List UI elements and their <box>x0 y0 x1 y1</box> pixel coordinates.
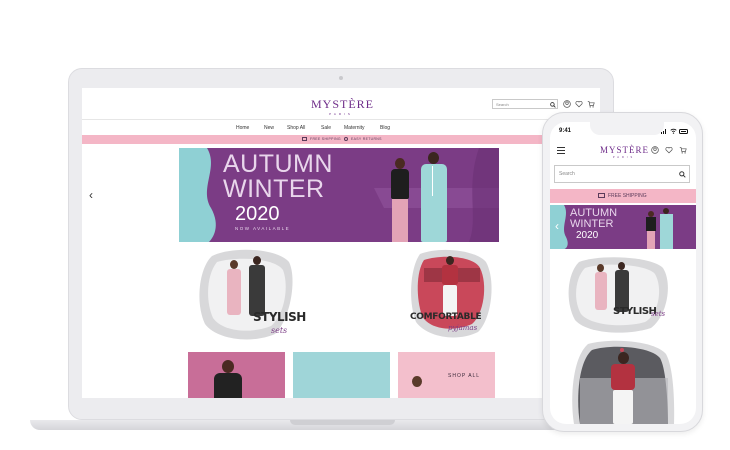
phone-banner-winter: WINTER <box>570 218 614 230</box>
shop-all-label[interactable]: SHOP ALL <box>448 373 480 379</box>
phone-promo-stylish-model-1 <box>595 264 607 310</box>
category-card-3-model <box>412 376 422 387</box>
account-icon[interactable] <box>563 100 571 108</box>
phone-logo[interactable]: MYSTÈRE <box>600 145 648 155</box>
phone-promo-comfortable-model <box>610 348 636 424</box>
laptop-logo-tagline: PARIS <box>329 112 353 116</box>
menu-icon[interactable] <box>557 147 565 155</box>
nav-maternity[interactable]: Maternity <box>344 125 365 131</box>
laptop-logo[interactable]: MYSTÈRE <box>311 97 373 112</box>
phone-search-input[interactable]: Search <box>554 165 690 183</box>
phone-account-icon[interactable] <box>651 146 659 154</box>
category-card-2[interactable] <box>293 352 390 398</box>
category-card-3[interactable]: SHOP ALL <box>398 352 495 398</box>
nav-blog[interactable]: Blog <box>380 125 390 131</box>
category-card-1[interactable] <box>188 352 285 398</box>
laptop-base-notch <box>290 420 395 425</box>
battery-icon <box>679 129 688 134</box>
promo-comfortable-title: COMFORTABLE <box>410 312 482 322</box>
phone-truck-icon <box>598 193 605 198</box>
nav-sale[interactable]: Sale <box>321 125 331 131</box>
promo-comfortable-script: pyjamas <box>448 324 478 332</box>
easy-returns-label: EASY RETURNS <box>351 137 382 141</box>
phone-promo-stylish-sets[interactable]: STYLISH sets <box>565 256 675 334</box>
phone-carousel-prev-arrow[interactable]: ‹ <box>555 219 559 233</box>
banner-year: 2020 <box>235 203 280 225</box>
phone-promo-stylish-script: sets <box>651 310 666 318</box>
promo-stylish-sets[interactable]: STYLISH sets <box>197 248 306 340</box>
phone-promo-stylish-model-2 <box>615 262 629 312</box>
wifi-icon <box>670 128 677 134</box>
phone-search-placeholder: Search <box>559 171 575 177</box>
free-shipping-label: FREE SHIPPING <box>310 137 341 141</box>
laptop-search-input[interactable]: Search <box>492 99 558 109</box>
promo-stylish-script: sets <box>271 326 288 335</box>
phone-notch <box>590 122 664 135</box>
phone-promo-stylish-title: STYLISH <box>613 306 657 317</box>
phone-cart-icon[interactable] <box>679 146 687 154</box>
hero-banner[interactable]: AUTUMN WINTER 2020 NOW AVAILABLE <box>179 148 499 242</box>
phone-promo-comfortable[interactable] <box>570 340 676 424</box>
banner-model-1 <box>389 158 411 242</box>
banner-line-winter: WINTER <box>223 175 325 203</box>
promo-comfortable-model <box>442 256 458 316</box>
nav-shop-all[interactable]: Shop All <box>287 125 305 131</box>
promo-stylish-model-2 <box>249 256 265 316</box>
nav-home[interactable]: Home <box>236 125 249 131</box>
phone-wishlist-heart-icon[interactable] <box>665 146 673 154</box>
cart-icon[interactable] <box>587 100 595 108</box>
phone-logo-tagline: PARIS <box>612 156 636 159</box>
truck-icon <box>302 137 307 141</box>
laptop-camera <box>339 76 343 80</box>
phone-search-icon[interactable] <box>679 171 686 178</box>
phone-shipping-bar: FREE SHIPPING <box>550 189 696 203</box>
laptop-screen: MYSTÈRE PARIS Search Home New Shop All S… <box>82 88 600 398</box>
wishlist-heart-icon[interactable] <box>575 100 583 108</box>
phone-screen: 9:41 MYSTÈRE PARIS Search FREE SHIPPING … <box>550 122 696 424</box>
shipping-bar: FREE SHIPPING EASY RETURNS <box>82 135 600 144</box>
phone-banner-year: 2020 <box>576 230 599 241</box>
category-card-1-model <box>222 360 234 373</box>
promo-comfortable-pyjamas[interactable]: COMFORTABLE pyjamas <box>410 248 494 340</box>
carousel-prev-arrow[interactable]: ‹ <box>89 188 93 202</box>
laptop-search-placeholder: Search <box>496 102 509 107</box>
phone-banner-model-1 <box>646 211 656 249</box>
nav-new[interactable]: New <box>264 125 274 131</box>
phone-banner-model-2 <box>660 208 673 249</box>
header-divider <box>82 119 600 120</box>
banner-subtitle: NOW AVAILABLE <box>235 226 291 231</box>
phone-hero-banner[interactable]: ‹ AUTUMN WINTER 2020 <box>550 205 696 249</box>
phone-status-time: 9:41 <box>559 128 572 134</box>
banner-line-autumn: AUTUMN <box>223 150 333 178</box>
promo-stylish-title: STYLISH <box>253 310 306 324</box>
returns-icon <box>344 137 348 141</box>
phone-free-shipping-label: FREE SHIPPING <box>608 193 647 199</box>
banner-model-2 <box>419 152 449 242</box>
promo-stylish-model-1 <box>227 260 241 315</box>
search-icon[interactable] <box>550 102 556 108</box>
